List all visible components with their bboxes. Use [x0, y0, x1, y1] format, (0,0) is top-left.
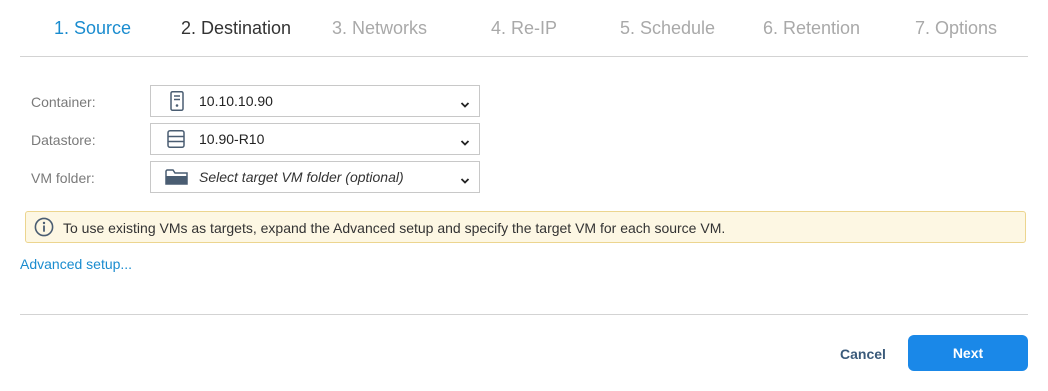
next-button[interactable]: Next — [908, 335, 1028, 371]
server-icon — [165, 91, 187, 111]
step-networks[interactable]: 3. Networks — [332, 17, 427, 39]
step-source[interactable]: 1. Source — [54, 17, 131, 39]
chevron-down-icon — [460, 134, 470, 146]
container-label: Container: — [31, 94, 96, 110]
datastore-select[interactable]: 10.90-R10 — [150, 123, 480, 155]
footer-divider — [20, 314, 1028, 315]
step-schedule[interactable]: 5. Schedule — [620, 17, 715, 39]
container-value: 10.10.10.90 — [199, 93, 273, 109]
datastore-value: 10.90-R10 — [199, 131, 265, 147]
step-retention[interactable]: 6. Retention — [763, 17, 860, 39]
wizard-steps: 1. Source 2. Destination 3. Networks 4. … — [20, 0, 1028, 57]
info-icon — [34, 217, 54, 237]
step-options[interactable]: 7. Options — [915, 17, 997, 39]
step-destination[interactable]: 2. Destination — [181, 17, 291, 39]
vm-folder-label: VM folder: — [31, 170, 95, 186]
chevron-down-icon — [460, 172, 470, 184]
datastore-icon — [165, 129, 187, 149]
datastore-label: Datastore: — [31, 132, 96, 148]
step-re-ip[interactable]: 4. Re-IP — [491, 17, 557, 39]
advanced-setup-link[interactable]: Advanced setup... — [20, 256, 132, 273]
container-select[interactable]: 10.10.10.90 — [150, 85, 480, 117]
vm-folder-placeholder: Select target VM folder (optional) — [199, 169, 404, 185]
chevron-down-icon — [460, 96, 470, 108]
vm-folder-select[interactable]: Select target VM folder (optional) — [150, 161, 480, 193]
info-banner: To use existing VMs as targets, expand t… — [25, 211, 1026, 243]
folder-icon — [165, 167, 188, 187]
cancel-button[interactable]: Cancel — [826, 344, 900, 364]
info-banner-message: To use existing VMs as targets, expand t… — [63, 220, 726, 236]
